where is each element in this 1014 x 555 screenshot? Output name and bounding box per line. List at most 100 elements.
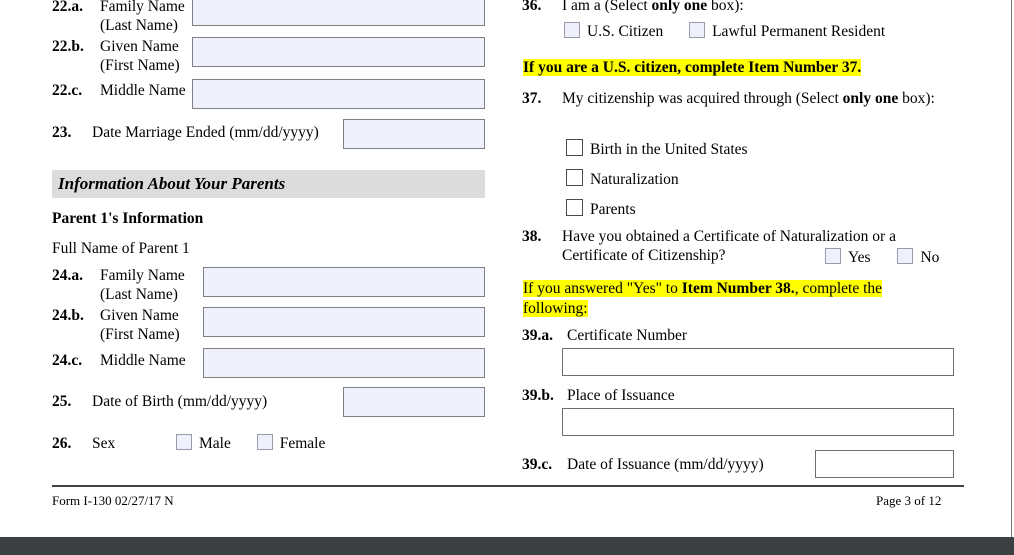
item-number-38: 38.	[522, 228, 542, 245]
section-header-parents: Information About Your Parents	[52, 170, 485, 198]
item-number-36: 36.	[522, 0, 542, 14]
form-row-24c: 24.c. Middle Name	[52, 351, 192, 370]
form-row-39b: 39.b. Place of Issuance	[522, 386, 675, 405]
label-full-name-parent1: Full Name of Parent 1	[52, 240, 190, 257]
item-label-22b-line1: Given Name	[100, 38, 179, 55]
checkbox-icon-no[interactable]	[897, 248, 914, 264]
item-number-22c: 22.c.	[52, 82, 83, 99]
checkbox-group-36: U.S. Citizen Lawful Permanent Resident	[564, 22, 885, 41]
item-label-26: Sex	[92, 435, 116, 452]
item-label-38-line1: Have you obtained a Certificate of Natur…	[562, 228, 896, 245]
item-label-22a: Family Name (Last Name)	[100, 0, 192, 35]
form-row-39c: 39.c. Date of Issuance (mm/dd/yyyy)	[522, 455, 764, 474]
checkbox-label-us-citizen: U.S. Citizen	[587, 23, 664, 40]
checkbox-icon-yes[interactable]	[825, 248, 841, 264]
footer-form-identifier: Form I-130 02/27/17 N	[52, 493, 174, 508]
form-row-26: 26. Sex	[52, 434, 115, 453]
section-header-parents-label: Information About Your Parents	[58, 174, 286, 193]
item-number-24b: 24.b.	[52, 307, 84, 324]
item-label-37-post: box):	[898, 90, 935, 107]
item-label-38-line2: Certificate of Citizenship?	[562, 247, 726, 264]
input-24a-family-name[interactable]	[203, 267, 485, 297]
item-number-22a: 22.a.	[52, 0, 83, 15]
checkbox-label-lawful-permanent-resident: Lawful Permanent Resident	[712, 23, 886, 40]
item-label-25: Date of Birth (mm/dd/yyyy)	[92, 393, 268, 410]
item-number-39c: 39.c.	[522, 456, 553, 473]
input-22b-given-name[interactable]	[192, 37, 485, 67]
checkbox-icon-lawful-permanent-resident[interactable]	[689, 22, 706, 38]
form-page: 22.a. Family Name (Last Name) 22.b. Give…	[0, 0, 1012, 537]
item-label-24b: Given Name (First Name)	[100, 306, 192, 344]
input-23-date-marriage-ended[interactable]	[343, 119, 485, 149]
checkbox-38-no[interactable]: No	[897, 248, 939, 267]
item-label-22a-line2: (Last Name)	[100, 17, 178, 34]
item-label-23: Date Marriage Ended (mm/dd/yyyy)	[92, 124, 319, 141]
highlight-note-38-emphasis: Item Number 38.	[681, 280, 795, 297]
item-number-25: 25.	[52, 393, 72, 410]
item-label-22a-line1: Family Name	[100, 0, 185, 15]
item-label-37-pre: My citizenship was acquired through (Sel…	[562, 90, 843, 107]
form-row-22c: 22.c. Middle Name	[52, 81, 192, 100]
checkbox-label-male: Male	[199, 435, 231, 452]
input-22c-middle-name[interactable]	[192, 79, 485, 109]
checkbox-38-yes[interactable]: Yes	[825, 248, 871, 267]
checkbox-icon-birth-in-us[interactable]	[566, 139, 583, 156]
input-39a-certificate-number[interactable]	[562, 348, 954, 376]
item-label-39c: Date of Issuance (mm/dd/yyyy)	[567, 456, 764, 473]
item-label-36-pre: I am a (Select	[562, 0, 652, 14]
item-number-24c: 24.c.	[52, 352, 83, 369]
form-row-24a: 24.a. Family Name (Last Name)	[52, 266, 192, 304]
checkbox-37-naturalization[interactable]: Naturalization	[566, 169, 679, 189]
item-label-24a-line2: (Last Name)	[100, 286, 178, 303]
checkbox-icon-naturalization[interactable]	[566, 169, 583, 186]
item-number-23: 23.	[52, 124, 72, 141]
checkbox-label-parents: Parents	[590, 201, 636, 218]
checkbox-36-lawful-permanent-resident[interactable]: Lawful Permanent Resident	[689, 22, 885, 41]
input-39b-place-of-issuance[interactable]	[562, 408, 954, 436]
item-label-37: My citizenship was acquired through (Sel…	[562, 89, 962, 108]
form-row-37: 37. My citizenship was acquired through …	[522, 89, 990, 108]
highlight-note-38: If you answered "Yes" to Item Number 38.…	[523, 279, 923, 319]
highlight-note-37: If you are a U.S. citizen, complete Item…	[523, 58, 991, 78]
form-row-22b: 22.b. Given Name (First Name)	[52, 37, 192, 75]
item-label-36-post: box):	[707, 0, 744, 14]
item-label-24b-line1: Given Name	[100, 307, 179, 324]
item-label-22b-line2: (First Name)	[100, 57, 180, 74]
item-number-26: 26.	[52, 435, 72, 452]
item-number-22b: 22.b.	[52, 38, 84, 55]
checkbox-36-us-citizen[interactable]: U.S. Citizen	[564, 22, 663, 41]
checkbox-icon-male[interactable]	[176, 434, 192, 450]
checkbox-37-birth-in-us[interactable]: Birth in the United States	[566, 139, 748, 159]
input-39c-date-of-issuance[interactable]	[815, 450, 954, 478]
viewer-chrome-bar	[0, 537, 1014, 555]
item-number-24a: 24.a.	[52, 267, 83, 284]
item-label-36-emphasis: only one	[651, 0, 708, 14]
item-label-24a: Family Name (Last Name)	[100, 266, 192, 304]
form-row-23: 23. Date Marriage Ended (mm/dd/yyyy)	[52, 123, 319, 142]
item-number-39a: 39.a.	[522, 327, 553, 344]
form-row-39a: 39.a. Certificate Number	[522, 326, 687, 345]
input-22a-family-name[interactable]	[192, 0, 485, 26]
item-label-24b-line2: (First Name)	[100, 326, 180, 343]
form-row-22a: 22.a. Family Name (Last Name)	[52, 0, 192, 35]
checkbox-37-parents[interactable]: Parents	[566, 199, 636, 219]
checkbox-26-male[interactable]: Male	[176, 434, 231, 453]
checkbox-group-26-sex: Male Female	[176, 434, 325, 453]
item-label-36: I am a (Select only one box):	[562, 0, 744, 15]
form-row-25: 25. Date of Birth (mm/dd/yyyy)	[52, 392, 267, 411]
input-25-date-of-birth[interactable]	[343, 387, 485, 417]
highlight-note-37-text: If you are a U.S. citizen, complete Item…	[523, 59, 862, 76]
item-label-22b: Given Name (First Name)	[100, 37, 192, 75]
input-24c-middle-name[interactable]	[203, 348, 485, 378]
checkbox-26-female[interactable]: Female	[256, 434, 325, 453]
item-number-37: 37.	[522, 90, 542, 107]
item-number-39b: 39.b.	[522, 387, 554, 404]
checkbox-icon-parents[interactable]	[566, 199, 583, 216]
form-row-24b: 24.b. Given Name (First Name)	[52, 306, 192, 344]
input-24b-given-name[interactable]	[203, 307, 485, 337]
checkbox-icon-female[interactable]	[256, 434, 273, 450]
checkbox-icon-us-citizen[interactable]	[564, 22, 580, 38]
item-label-39a: Certificate Number	[567, 327, 688, 344]
checkbox-label-no: No	[920, 249, 940, 266]
footer-divider	[52, 485, 964, 487]
